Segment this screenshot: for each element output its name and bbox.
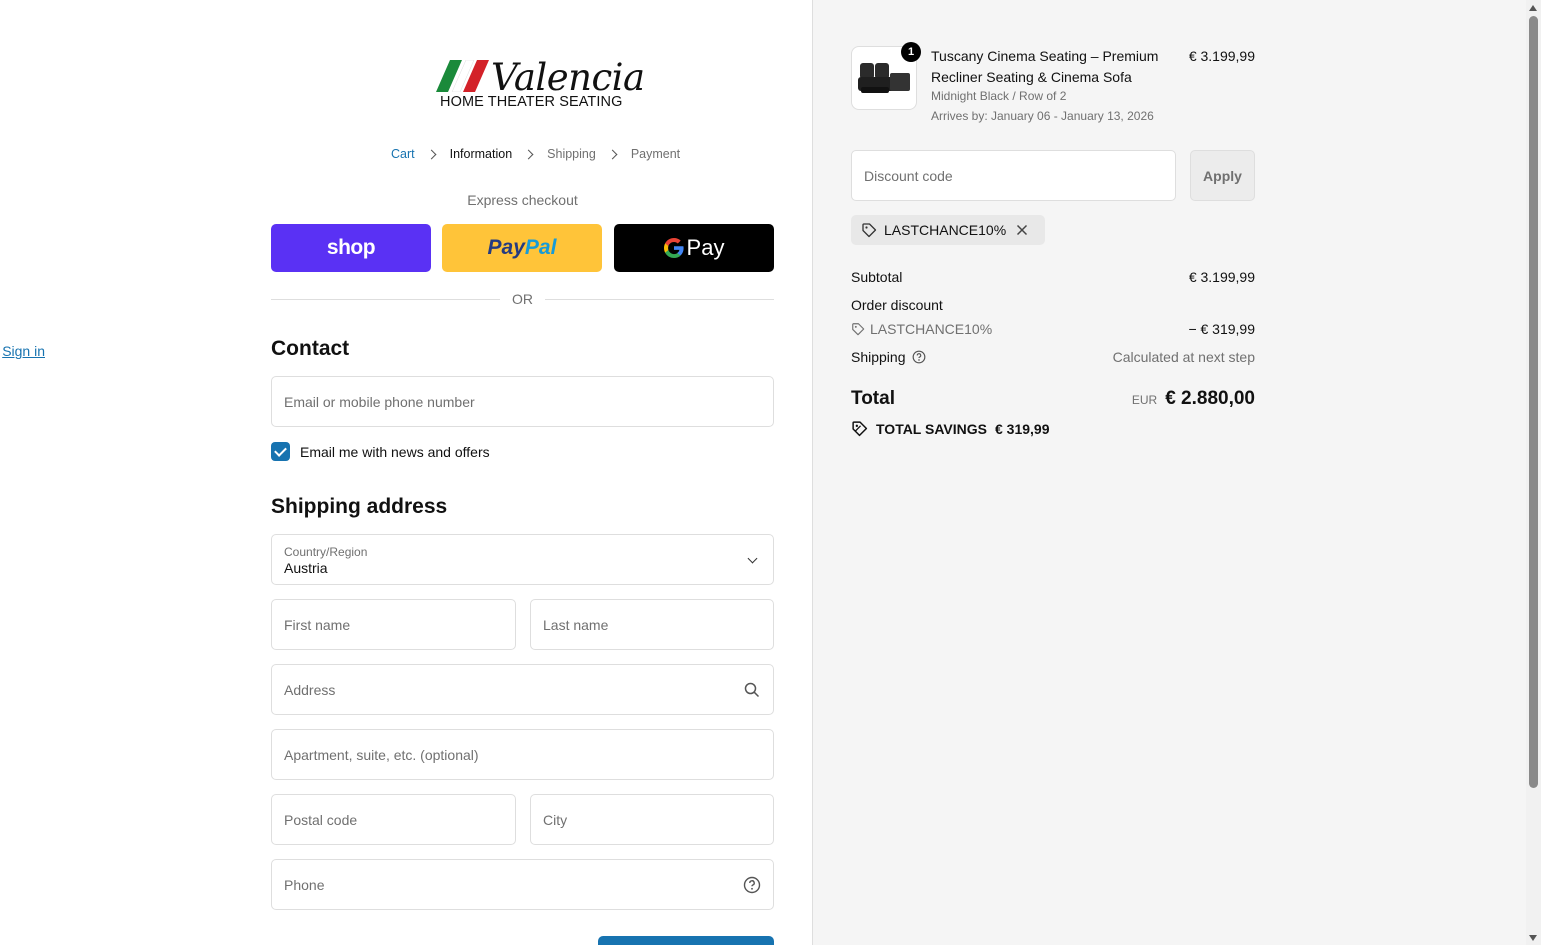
newsletter-checkbox[interactable] — [271, 442, 290, 461]
paypal-label-b: Pal — [524, 236, 557, 259]
help-icon[interactable] — [912, 350, 926, 364]
discount-detail-row: LASTCHANCE10% − € 319,99 — [851, 321, 1255, 337]
email-placeholder: Email or mobile phone number — [284, 393, 475, 410]
scroll-down-arrow-icon[interactable] — [1529, 935, 1537, 941]
discount-code-placeholder: Discount code — [864, 167, 953, 184]
chevron-down-icon — [747, 553, 758, 564]
chevron-right-icon — [607, 149, 618, 159]
product-price: € 3.199,99 — [1188, 48, 1255, 64]
phone-placeholder: Phone — [284, 876, 325, 893]
subtotal-label: Subtotal — [851, 269, 903, 285]
or-label: OR — [512, 291, 533, 307]
tag-icon — [852, 323, 865, 336]
google-pay-label: Pay — [686, 235, 725, 260]
italian-flag-icon — [436, 60, 489, 92]
country-select[interactable]: Country/Region Austria — [271, 534, 774, 585]
apartment-placeholder: Apartment, suite, etc. (optional) — [284, 746, 479, 763]
subtotal-value: € 3.199,99 — [1188, 269, 1255, 285]
paypal-label-a: Pay — [487, 236, 525, 259]
discount-amount: − € 319,99 — [1188, 321, 1255, 337]
address-field[interactable]: Address — [271, 664, 774, 715]
total-label: Total — [851, 388, 895, 409]
paypal-button[interactable]: Pay Pal — [442, 224, 602, 272]
remove-discount-icon[interactable] — [1016, 224, 1028, 236]
shipping-address-heading: Shipping address — [271, 495, 448, 518]
scrollbar-thumb[interactable] — [1529, 16, 1538, 788]
breadcrumb-information: Information — [449, 147, 513, 161]
search-icon — [744, 682, 760, 698]
product-name: Tuscany Cinema Seating – Premium Recline… — [931, 48, 1159, 85]
postal-code-field[interactable]: Postal code — [271, 794, 516, 845]
brand-tagline: HOME THEATER SEATING — [440, 94, 623, 110]
store-logo[interactable]: Valencia HOME THEATER SEATING — [434, 56, 645, 112]
google-g-icon — [663, 238, 684, 258]
country-value: Austria — [284, 560, 328, 576]
total-savings: TOTAL SAVINGS € 319,99 — [851, 420, 1049, 437]
breadcrumb: Cart Information Shipping Payment — [391, 147, 680, 161]
city-placeholder: City — [543, 811, 568, 828]
breadcrumb-shipping: Shipping — [547, 147, 596, 161]
city-field[interactable]: City — [530, 794, 774, 845]
country-label: Country/Region — [284, 545, 368, 559]
order-summary-panel — [812, 0, 1526, 945]
first-name-field[interactable]: First name — [271, 599, 516, 650]
discount-code-input[interactable]: Discount code — [851, 150, 1176, 201]
apartment-field[interactable]: Apartment, suite, etc. (optional) — [271, 729, 774, 780]
google-pay-button[interactable]: Pay — [614, 224, 774, 272]
checkout-form-panel: Valencia HOME THEATER SEATING Cart Infor… — [0, 0, 812, 945]
newsletter-option[interactable]: Email me with news and offers — [271, 442, 490, 461]
contact-heading: Contact — [271, 337, 350, 360]
page-scrollbar[interactable] — [1526, 0, 1541, 945]
help-icon[interactable] — [743, 876, 761, 894]
apply-discount-button[interactable]: Apply — [1190, 150, 1255, 201]
total-value: € 2.880,00 — [1165, 388, 1255, 409]
shipping-value: Calculated at next step — [1112, 349, 1255, 365]
breadcrumb-payment: Payment — [630, 147, 681, 161]
postal-code-placeholder: Postal code — [284, 811, 358, 828]
scroll-up-arrow-icon[interactable] — [1529, 5, 1537, 11]
chevron-right-icon — [523, 149, 534, 159]
last-name-placeholder: Last name — [543, 616, 609, 633]
first-name-placeholder: First name — [284, 616, 351, 633]
chevron-right-icon — [426, 149, 437, 159]
last-name-field[interactable]: Last name — [530, 599, 774, 650]
brand-name: Valencia — [491, 56, 645, 99]
or-divider: OR — [271, 290, 774, 310]
newsletter-label: Email me with news and offers — [300, 443, 490, 460]
applied-discount-code: LASTCHANCE10% — [884, 222, 1007, 238]
product-arrival: Arrives by: January 06 - January 13, 202… — [931, 109, 1154, 123]
breadcrumb-cart[interactable]: Cart — [391, 147, 415, 161]
applied-discount-tag: LASTCHANCE10% — [851, 215, 1046, 245]
order-discount-label: Order discount — [851, 297, 943, 313]
phone-field[interactable]: Phone — [271, 859, 774, 910]
address-placeholder: Address — [284, 681, 336, 698]
tag-icon — [862, 223, 877, 238]
sign-in-link[interactable]: Sign in — [2, 343, 45, 359]
order-discount-row: Order discount — [851, 297, 1255, 313]
currency-code: EUR — [1131, 393, 1158, 407]
savings-label: TOTAL SAVINGS — [876, 420, 987, 437]
shop-pay-button[interactable]: shop — [271, 224, 431, 272]
continue-button[interactable] — [598, 936, 774, 945]
shipping-row: Shipping Calculated at next step — [851, 349, 1255, 365]
savings-tag-icon — [852, 421, 868, 437]
email-field[interactable]: Email or mobile phone number — [271, 376, 774, 427]
total-row: Total EUR € 2.880,00 — [851, 388, 1255, 410]
shop-pay-label: shop — [326, 236, 376, 259]
discount-detail-code: LASTCHANCE10% — [870, 321, 993, 337]
quantity-badge: 1 — [901, 42, 921, 62]
product-variant: Midnight Black / Row of 2 — [931, 89, 1067, 103]
express-checkout-label: Express checkout — [467, 192, 578, 208]
shipping-label: Shipping — [851, 349, 906, 365]
savings-value: € 319,99 — [994, 420, 1050, 437]
subtotal-row: Subtotal € 3.199,99 — [851, 269, 1255, 285]
